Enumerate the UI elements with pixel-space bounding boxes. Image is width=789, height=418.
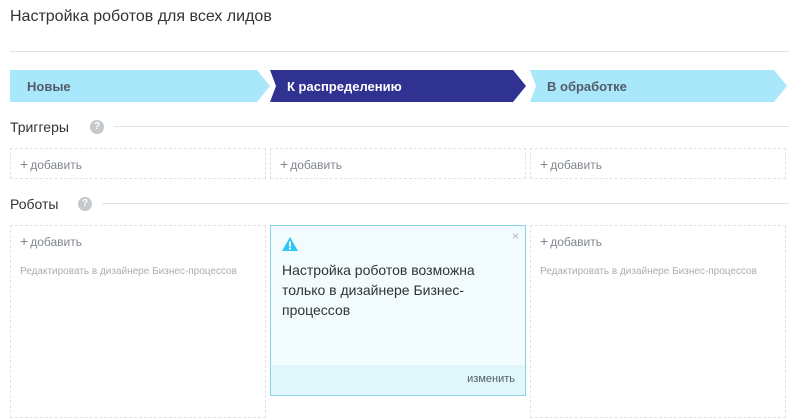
- triggers-header: Триггеры ?: [10, 117, 789, 137]
- robots-help-icon[interactable]: ?: [78, 197, 92, 211]
- triggers-divider: [114, 126, 789, 127]
- page-title: Настройка роботов для всех лидов: [10, 8, 272, 25]
- robots-divider: [102, 203, 789, 204]
- add-robot-processing[interactable]: + добавить: [540, 233, 602, 249]
- add-trigger-distribution[interactable]: + добавить: [280, 156, 342, 172]
- trigger-cell-processing: + добавить: [530, 148, 786, 179]
- designer-only-popup: × Настройка роботов возможна только в ди…: [270, 225, 526, 396]
- top-divider: [10, 51, 789, 52]
- designer-hint: Редактировать в дизайнере Бизнес-процесс…: [20, 266, 237, 277]
- popup-footer: изменить: [271, 365, 525, 395]
- popup-message: Настройка роботов возможна только в диза…: [282, 262, 475, 318]
- robot-cell-new: + добавить Редактировать в дизайнере Бизн…: [10, 225, 266, 418]
- triggers-help-icon[interactable]: ?: [90, 120, 104, 134]
- triggers-title: Триггеры: [10, 119, 69, 135]
- robots-title: Роботы: [10, 196, 59, 212]
- robot-cell-processing: + добавить Редактировать в дизайнере Бизн…: [530, 225, 786, 418]
- robots-header: Роботы ?: [10, 194, 789, 214]
- stage-new[interactable]: Новые: [10, 70, 270, 102]
- designer-hint: Редактировать в дизайнере Бизнес-процесс…: [540, 266, 757, 277]
- stage-distribution[interactable]: К распределению: [270, 70, 526, 102]
- add-robot-new[interactable]: + добавить: [20, 233, 82, 249]
- close-icon[interactable]: ×: [512, 229, 519, 243]
- warning-icon: [282, 237, 298, 251]
- stage-processing[interactable]: В обработке: [530, 70, 787, 102]
- trigger-cell-distribution: + добавить: [270, 148, 526, 179]
- stage-bar: Новые К распределению В обработке: [10, 70, 789, 102]
- edit-link[interactable]: изменить: [467, 373, 515, 385]
- trigger-cell-new: + добавить: [10, 148, 266, 179]
- add-trigger-new[interactable]: + добавить: [20, 156, 82, 172]
- add-trigger-processing[interactable]: + добавить: [540, 156, 602, 172]
